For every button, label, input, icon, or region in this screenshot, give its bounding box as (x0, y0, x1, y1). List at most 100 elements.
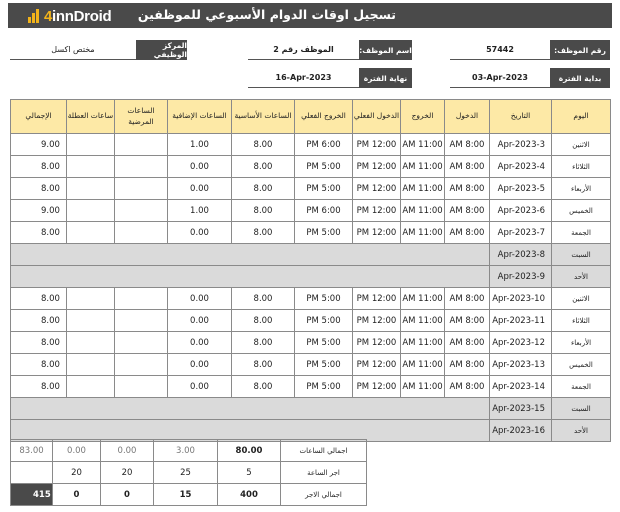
holiday-hours-cell[interactable] (66, 331, 115, 354)
total-hours-cell[interactable]: 8.00 (10, 221, 67, 244)
day-cell[interactable]: الاثنين (551, 133, 611, 156)
sick-hours-cell[interactable] (114, 155, 168, 178)
actual-in-cell[interactable]: 12:00 PM (352, 177, 401, 200)
actual-in-cell[interactable]: 12:00 PM (352, 155, 401, 178)
date-cell[interactable]: 14-Apr-2023 (489, 375, 552, 398)
in-time-cell[interactable]: 8:00 AM (444, 155, 490, 178)
day-cell[interactable]: الثلاثاء (551, 155, 611, 178)
day-cell[interactable]: الخميس (551, 353, 611, 376)
actual-in-cell[interactable]: 12:00 PM (352, 287, 401, 310)
total-hours-cell[interactable]: 9.00 (10, 133, 67, 156)
day-cell[interactable]: الأحد (551, 419, 611, 442)
total-hours-cell[interactable]: 8.00 (10, 177, 67, 200)
summary-total[interactable]: 83.00 (10, 439, 53, 462)
date-cell[interactable]: 11-Apr-2023 (489, 309, 552, 332)
actual-out-cell[interactable]: 5:00 PM (294, 309, 353, 332)
overtime-hours-cell[interactable]: 0.00 (167, 155, 232, 178)
actual-in-cell[interactable]: 12:00 PM (352, 353, 401, 376)
basic-hours-cell[interactable]: 8.00 (231, 331, 295, 354)
out-time-cell[interactable]: 11:00 AM (400, 199, 445, 222)
sick-hours-cell[interactable] (114, 353, 168, 376)
basic-hours-cell[interactable]: 8.00 (231, 309, 295, 332)
summary-holiday[interactable]: 20 (52, 461, 101, 484)
total-hours-cell[interactable]: 8.00 (10, 375, 67, 398)
sick-hours-cell[interactable] (114, 331, 168, 354)
day-cell[interactable]: الأحد (551, 265, 611, 288)
sick-hours-cell[interactable] (114, 177, 168, 200)
summary-overtime[interactable]: 3.00 (153, 439, 218, 462)
actual-out-cell[interactable]: 5:00 PM (294, 287, 353, 310)
in-time-cell[interactable]: 8:00 AM (444, 287, 490, 310)
day-cell[interactable]: الثلاثاء (551, 309, 611, 332)
holiday-hours-cell[interactable] (66, 353, 115, 376)
day-cell[interactable]: الاثنين (551, 287, 611, 310)
day-cell[interactable]: السبت (551, 397, 611, 420)
actual-out-cell[interactable]: 5:00 PM (294, 353, 353, 376)
total-hours-cell[interactable]: 8.00 (10, 287, 67, 310)
out-time-cell[interactable]: 11:00 AM (400, 133, 445, 156)
sick-hours-cell[interactable] (114, 133, 168, 156)
in-time-cell[interactable]: 8:00 AM (444, 177, 490, 200)
summary-holiday[interactable]: 0 (52, 483, 101, 506)
date-cell[interactable]: 7-Apr-2023 (489, 221, 552, 244)
basic-hours-cell[interactable]: 8.00 (231, 221, 295, 244)
date-cell[interactable]: 12-Apr-2023 (489, 331, 552, 354)
in-time-cell[interactable]: 8:00 AM (444, 133, 490, 156)
out-time-cell[interactable]: 11:00 AM (400, 155, 445, 178)
sick-hours-cell[interactable] (114, 199, 168, 222)
date-cell[interactable]: 15-Apr-2023 (489, 397, 552, 420)
sick-hours-cell[interactable] (114, 309, 168, 332)
summary-total[interactable] (10, 461, 53, 484)
date-cell[interactable]: 3-Apr-2023 (489, 133, 552, 156)
period-start-field[interactable]: 03-Apr-2023 (450, 68, 550, 88)
total-hours-cell[interactable]: 8.00 (10, 309, 67, 332)
in-time-cell[interactable]: 8:00 AM (444, 375, 490, 398)
holiday-hours-cell[interactable] (66, 221, 115, 244)
actual-in-cell[interactable]: 12:00 PM (352, 331, 401, 354)
day-cell[interactable]: الجمعة (551, 221, 611, 244)
date-cell[interactable]: 13-Apr-2023 (489, 353, 552, 376)
in-time-cell[interactable]: 8:00 AM (444, 221, 490, 244)
actual-out-cell[interactable]: 5:00 PM (294, 155, 353, 178)
summary-sick[interactable]: 0 (100, 483, 154, 506)
basic-hours-cell[interactable]: 8.00 (231, 353, 295, 376)
holiday-hours-cell[interactable] (66, 199, 115, 222)
out-time-cell[interactable]: 11:00 AM (400, 375, 445, 398)
actual-in-cell[interactable]: 12:00 PM (352, 221, 401, 244)
holiday-hours-cell[interactable] (66, 155, 115, 178)
sick-hours-cell[interactable] (114, 287, 168, 310)
total-hours-cell[interactable]: 8.00 (10, 353, 67, 376)
holiday-hours-cell[interactable] (66, 177, 115, 200)
date-cell[interactable]: 6-Apr-2023 (489, 199, 552, 222)
summary-sick[interactable]: 0.00 (100, 439, 154, 462)
overtime-hours-cell[interactable]: 0.00 (167, 287, 232, 310)
out-time-cell[interactable]: 11:00 AM (400, 353, 445, 376)
sick-hours-cell[interactable] (114, 375, 168, 398)
overtime-hours-cell[interactable]: 1.00 (167, 199, 232, 222)
employee-number-field[interactable]: 57442 (450, 40, 550, 60)
out-time-cell[interactable]: 11:00 AM (400, 221, 445, 244)
position-field[interactable]: مختص اكسل (10, 40, 136, 60)
in-time-cell[interactable]: 8:00 AM (444, 309, 490, 332)
total-hours-cell[interactable]: 8.00 (10, 331, 67, 354)
summary-basic[interactable]: 5 (217, 461, 281, 484)
actual-out-cell[interactable]: 5:00 PM (294, 375, 353, 398)
basic-hours-cell[interactable]: 8.00 (231, 155, 295, 178)
summary-overtime[interactable]: 15 (153, 483, 218, 506)
overtime-hours-cell[interactable]: 0.00 (167, 331, 232, 354)
summary-total[interactable]: 415 (10, 483, 53, 506)
date-cell[interactable]: 9-Apr-2023 (489, 265, 552, 288)
basic-hours-cell[interactable]: 8.00 (231, 287, 295, 310)
out-time-cell[interactable]: 11:00 AM (400, 287, 445, 310)
day-cell[interactable]: الأربعاء (551, 331, 611, 354)
date-cell[interactable]: 8-Apr-2023 (489, 243, 552, 266)
holiday-hours-cell[interactable] (66, 133, 115, 156)
day-cell[interactable]: الجمعة (551, 375, 611, 398)
in-time-cell[interactable]: 8:00 AM (444, 199, 490, 222)
summary-basic[interactable]: 80.00 (217, 439, 281, 462)
out-time-cell[interactable]: 11:00 AM (400, 177, 445, 200)
actual-out-cell[interactable]: 5:00 PM (294, 331, 353, 354)
basic-hours-cell[interactable]: 8.00 (231, 199, 295, 222)
overtime-hours-cell[interactable]: 1.00 (167, 133, 232, 156)
summary-sick[interactable]: 20 (100, 461, 154, 484)
